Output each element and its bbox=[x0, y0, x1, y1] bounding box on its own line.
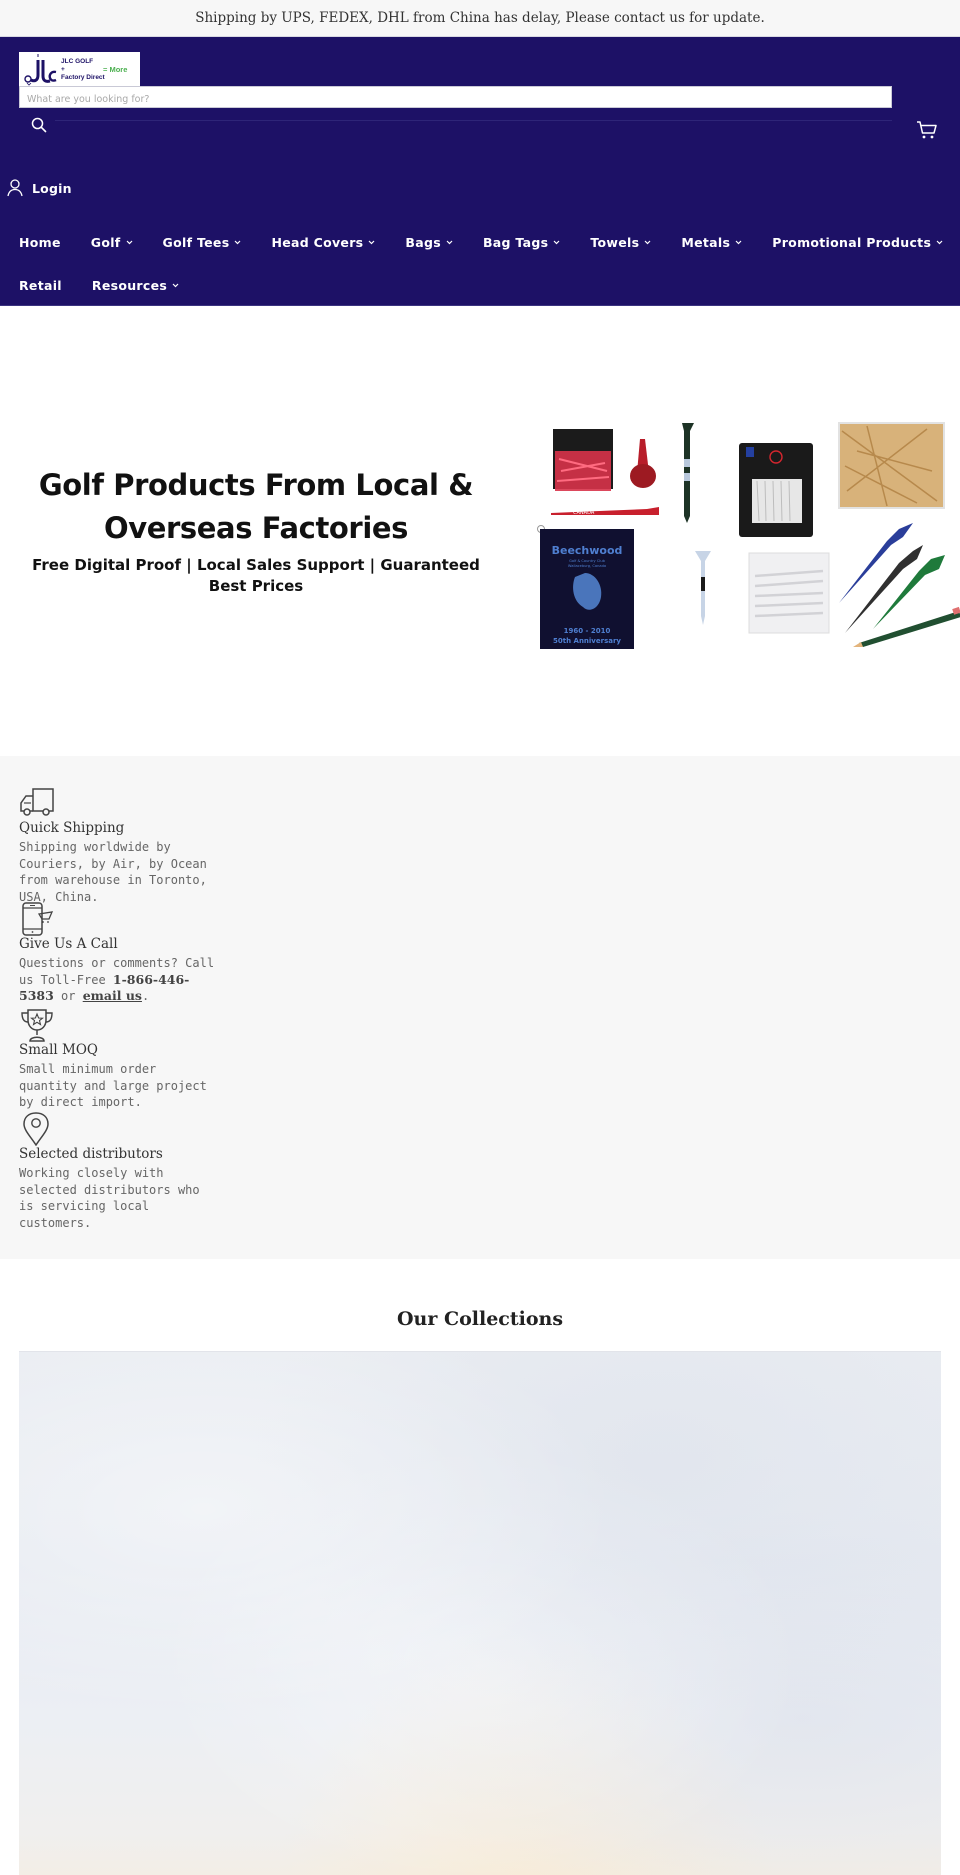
nav-label: Bag Tags bbox=[482, 234, 549, 250]
truck-icon bbox=[20, 788, 54, 816]
towel-anniversary-text: 50th Anniversary bbox=[553, 637, 621, 645]
login-link[interactable]: Login bbox=[7, 177, 72, 199]
nav-label: Retail bbox=[19, 277, 62, 293]
logo-line-3: Factory Direct bbox=[61, 74, 105, 81]
search-field[interactable] bbox=[19, 86, 892, 110]
canada-tee-image: CANADA bbox=[551, 507, 659, 516]
chevron-down-icon bbox=[553, 240, 560, 245]
cart-icon bbox=[917, 121, 937, 139]
nav-item-bag-tags[interactable]: Bag Tags bbox=[483, 235, 560, 250]
nav-label: Bags bbox=[405, 234, 441, 250]
cart-button[interactable] bbox=[915, 118, 939, 142]
chevron-down-icon bbox=[126, 240, 133, 245]
nav-item-resources[interactable]: Resources bbox=[92, 278, 179, 293]
chevron-down-icon bbox=[446, 240, 453, 245]
hero-title: Golf Products From Local & Overseas Fact… bbox=[38, 468, 474, 545]
towel-years-text: 1960 - 2010 bbox=[564, 627, 611, 635]
features-section: Quick Shipping Shipping worldwide by Cou… bbox=[0, 756, 960, 1259]
nav-label: Head Covers bbox=[271, 234, 364, 250]
collection-image-texture bbox=[19, 1352, 941, 1875]
nav-item-towels[interactable]: Towels bbox=[590, 235, 651, 250]
nav-item-golf-tees[interactable]: Golf Tees bbox=[163, 235, 242, 250]
site-header: JLC GOLF + Factory Direct = More Login H… bbox=[0, 37, 960, 306]
user-icon bbox=[7, 179, 23, 197]
feature-title: Selected distributors bbox=[19, 1146, 163, 1162]
chevron-down-icon bbox=[936, 240, 943, 245]
hero-product-collage: CANADA Beechwood Golf & Country Club Wal… bbox=[527, 411, 960, 651]
feature-quick-shipping: Quick Shipping Shipping worldwide by Cou… bbox=[19, 786, 219, 905]
phone-icon bbox=[22, 902, 54, 936]
plastic-divot-tools-image bbox=[839, 523, 945, 633]
wooden-tee-bag-image bbox=[838, 422, 945, 509]
main-nav-row-1: Home Golf Golf Tees Head Covers Bags Bag… bbox=[19, 232, 943, 252]
golf-pencil-image bbox=[853, 606, 960, 647]
search-input[interactable] bbox=[20, 89, 891, 110]
nav-label: Metals bbox=[681, 234, 731, 250]
nav-item-retail[interactable]: Retail bbox=[19, 278, 62, 293]
login-label: Login bbox=[32, 180, 72, 196]
feature-title: Give Us A Call bbox=[19, 936, 118, 952]
nav-label: Home bbox=[19, 234, 61, 250]
chevron-down-icon bbox=[234, 240, 241, 245]
chevron-down-icon bbox=[644, 240, 651, 245]
logo-text: JLC GOLF + Factory Direct = More bbox=[61, 58, 140, 82]
red-tee-pack-image bbox=[553, 429, 613, 491]
striped-tee-image bbox=[682, 423, 694, 523]
email-us-link[interactable]: email us bbox=[83, 988, 142, 1003]
map-pin-icon bbox=[23, 1112, 49, 1146]
nav-label: Golf Tees bbox=[162, 234, 230, 250]
red-divot-tool-image bbox=[630, 439, 656, 488]
search-divider bbox=[55, 120, 892, 121]
nav-item-promotional-products[interactable]: Promotional Products bbox=[772, 235, 943, 250]
canada-tee-text: CANADA bbox=[573, 510, 595, 516]
towel-name-text: Beechwood bbox=[552, 544, 623, 557]
chevron-down-icon bbox=[368, 240, 375, 245]
feature-description: Shipping worldwide by Couriers, by Air, … bbox=[19, 840, 207, 904]
collections-heading: Our Collections bbox=[396, 1308, 564, 1330]
towel-sub2-text: Wallaceburg, Canada bbox=[568, 564, 606, 568]
white-tee-bag-image bbox=[748, 552, 830, 634]
chevron-down-icon bbox=[735, 240, 742, 245]
towel-sub1-text: Golf & Country Club bbox=[569, 559, 606, 563]
feature-title: Quick Shipping bbox=[19, 820, 125, 836]
feature-title: Small MOQ bbox=[19, 1042, 98, 1058]
feature-description: Working closely with selected distributo… bbox=[19, 1166, 200, 1230]
logo-line-1: JLC GOLF bbox=[61, 58, 94, 65]
logo-tagline: = More bbox=[103, 65, 128, 74]
announcement-text: Shipping by UPS, FEDEX, DHL from China h… bbox=[195, 10, 765, 26]
nav-item-home[interactable]: Home bbox=[19, 235, 61, 250]
nav-item-head-covers[interactable]: Head Covers bbox=[271, 235, 375, 250]
feature-description: Questions or comments? Call us Toll-Free… bbox=[19, 955, 219, 1005]
main-nav-row-2: Retail Resources bbox=[19, 275, 179, 295]
beechwood-towel-image: Beechwood Golf & Country Club Wallacebur… bbox=[537, 525, 634, 649]
logo-line-2: + bbox=[61, 66, 65, 73]
nav-label: Resources bbox=[91, 277, 168, 293]
feature-give-us-a-call: Give Us A Call Questions or comments? Ca… bbox=[19, 902, 219, 1005]
nav-item-metals[interactable]: Metals bbox=[681, 235, 742, 250]
feature-description: Small minimum order quantity and large p… bbox=[19, 1062, 207, 1109]
feature-selected-distributors: Selected distributors Working closely wi… bbox=[19, 1112, 219, 1231]
nav-item-bags[interactable]: Bags bbox=[405, 235, 453, 250]
collection-card-image[interactable] bbox=[19, 1351, 941, 1875]
nav-label: Towels bbox=[590, 234, 640, 250]
search-button[interactable] bbox=[28, 114, 50, 136]
trophy-icon bbox=[21, 1009, 53, 1042]
logo-mark-icon bbox=[23, 54, 57, 86]
feature-text-part: or bbox=[53, 989, 83, 1003]
nav-item-golf[interactable]: Golf bbox=[91, 235, 133, 250]
announcement-bar: Shipping by UPS, FEDEX, DHL from China h… bbox=[0, 0, 960, 37]
feature-small-moq: Small MOQ Small minimum order quantity a… bbox=[19, 1008, 219, 1111]
white-tee-image bbox=[695, 551, 711, 625]
nav-label: Golf bbox=[90, 234, 121, 250]
site-logo[interactable]: JLC GOLF + Factory Direct = More bbox=[19, 52, 140, 88]
chevron-down-icon bbox=[172, 283, 179, 288]
hero-banner[interactable]: Golf Products From Local & Overseas Fact… bbox=[0, 307, 960, 756]
nav-label: Promotional Products bbox=[772, 234, 932, 250]
zero-friction-tee-pack-image bbox=[739, 443, 813, 537]
search-icon bbox=[31, 117, 47, 133]
feature-text-part: . bbox=[141, 989, 150, 1003]
hero-subtitle: Free Digital Proof | Local Sales Support… bbox=[32, 556, 480, 595]
